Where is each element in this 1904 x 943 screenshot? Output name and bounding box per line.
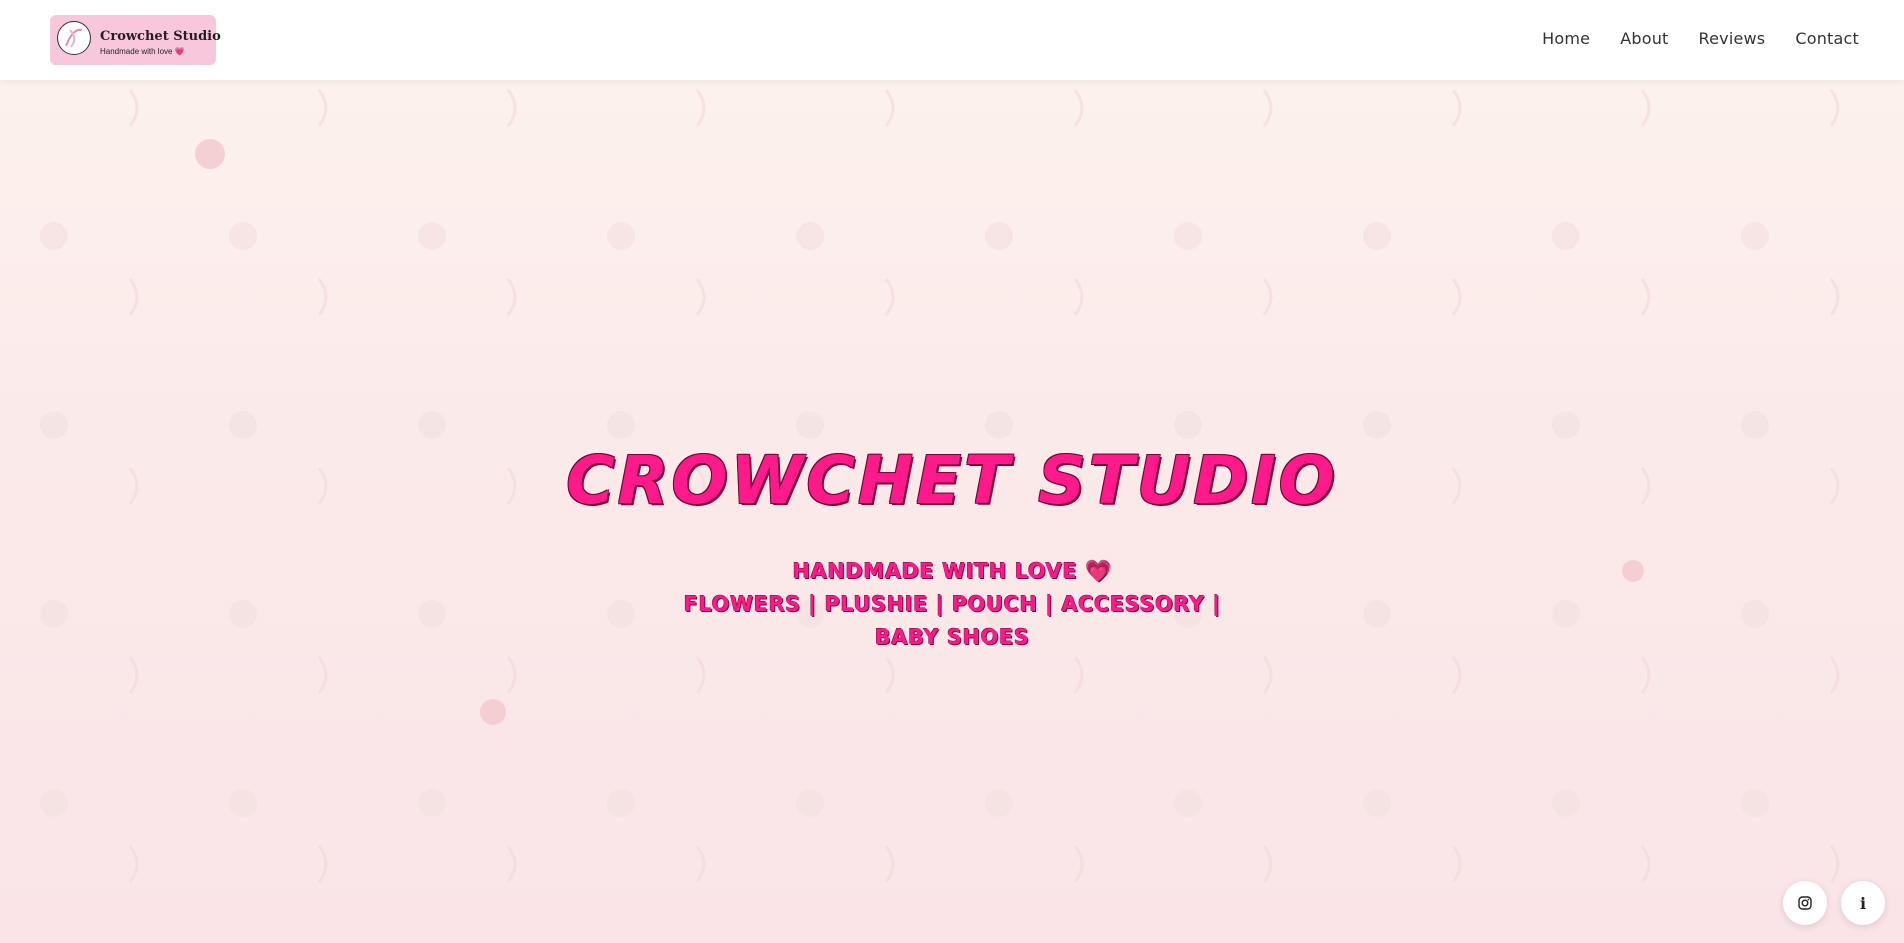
site-header: Crowchet Studio Handmade with love 💗 Hom…: [0, 0, 1904, 80]
logo-subtitle: Handmade with love 💗: [100, 47, 185, 56]
logo[interactable]: Crowchet Studio Handmade with love 💗: [50, 15, 221, 65]
nav-reviews[interactable]: Reviews: [1699, 29, 1766, 48]
nav-contact[interactable]: Contact: [1795, 29, 1859, 48]
logo-emblem-icon: [57, 21, 91, 55]
nav-home[interactable]: Home: [1542, 29, 1590, 48]
hero-categories: FLOWERS | PLUSHIE | POUCH | ACCESSORY |: [683, 592, 1221, 616]
info-icon: i: [1859, 893, 1867, 913]
heart-icon: 💗: [174, 47, 185, 56]
nav-about[interactable]: About: [1620, 29, 1668, 48]
hero-subtitle: HANDMADE WITH LOVE 💗 FLOWERS | PLUSHIE |…: [0, 555, 1904, 654]
floating-petal: [195, 139, 225, 169]
instagram-icon: [1798, 896, 1812, 910]
floating-petal: [480, 699, 506, 725]
logo-subtitle-text: Handmade with love: [100, 47, 173, 56]
hero-tagline: HANDMADE WITH LOVE 💗: [792, 559, 1112, 583]
main-nav: Home About Reviews Contact: [1542, 29, 1859, 48]
info-button[interactable]: i: [1841, 881, 1885, 925]
hero-title: CROWCHET STUDIO: [566, 442, 1338, 519]
hero-categories-cont: BABY SHOES: [874, 625, 1030, 649]
instagram-button[interactable]: [1783, 881, 1827, 925]
logo-title: Crowchet Studio: [100, 29, 221, 44]
